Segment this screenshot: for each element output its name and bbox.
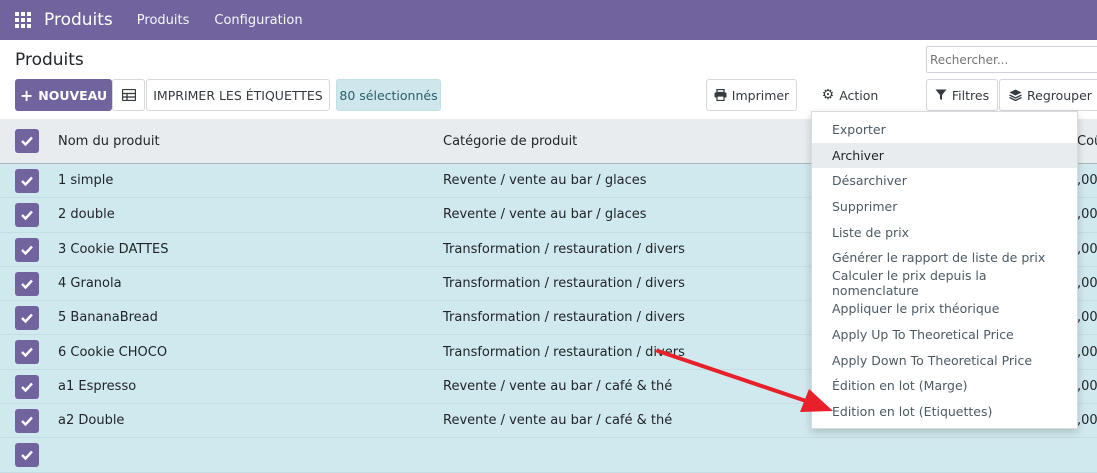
product-cost: ,00 (1077, 207, 1097, 223)
product-name: 1 simple (58, 173, 114, 189)
plus-icon: + (19, 85, 34, 105)
checkmark-icon (21, 416, 33, 427)
filters-button[interactable]: Filtres (926, 79, 998, 111)
layers-icon (1009, 89, 1022, 101)
product-name: 6 Cookie CHOCO (58, 344, 168, 360)
product-category: Revente / vente au bar / café & thé (443, 413, 673, 429)
row-checkbox[interactable] (15, 237, 39, 262)
table-icon (121, 89, 136, 101)
nav-configuration[interactable]: Configuration (214, 13, 302, 28)
app-brand[interactable]: Produits (44, 10, 113, 30)
menu-item-generer-rapport[interactable]: Générer le rapport de liste de prix (812, 245, 1077, 271)
product-name: 3 Cookie DATTES (58, 241, 169, 257)
row-checkbox[interactable] (15, 340, 39, 365)
checkmark-icon (21, 382, 33, 393)
row-checkbox[interactable] (15, 169, 39, 193)
product-cost: ,00 (1077, 413, 1097, 429)
product-cost: ,00 (1077, 173, 1097, 189)
menu-item-appliquer-prix[interactable]: Appliquer le prix théorique (812, 296, 1077, 322)
print-button[interactable]: Imprimer (706, 79, 797, 111)
product-cost: ,00 (1077, 344, 1097, 360)
action-button[interactable]: ⚙ Action (812, 79, 888, 111)
product-category: Revente / vente au bar / café & thé (443, 378, 673, 394)
row-checkbox[interactable] (15, 271, 39, 296)
print-button-label: Imprimer (731, 87, 790, 103)
search-input[interactable] (926, 46, 1097, 73)
print-labels-label: IMPRIMER LES ÉTIQUETTES (153, 87, 323, 103)
column-header-name[interactable]: Nom du produit (58, 134, 160, 149)
menu-item-calculer-prix[interactable]: Calculer le prix depuis la nomenclature (812, 268, 1077, 298)
checkmark-icon (21, 348, 33, 358)
action-dropdown-menu: Exporter Archiver Désarchiver Supprimer … (811, 111, 1078, 429)
row-checkbox[interactable] (15, 443, 39, 468)
row-checkbox[interactable] (15, 409, 39, 434)
checkmark-icon (21, 313, 33, 324)
checkmark-icon (21, 210, 33, 221)
new-button[interactable]: + NOUVEAU (15, 79, 112, 111)
product-category: Transformation / restauration / divers (443, 241, 685, 257)
product-category: Revente / vente au bar / glaces (443, 173, 647, 189)
groupby-button[interactable]: Regrouper p (999, 79, 1097, 111)
printer-icon (714, 89, 727, 101)
selected-count-label: 80 sélectionnés (339, 87, 438, 103)
page-title: Produits (15, 50, 84, 70)
product-cost: ,00 (1077, 310, 1097, 326)
row-checkbox[interactable] (15, 203, 39, 228)
product-cost: ,00 (1077, 378, 1097, 394)
menu-item-apply-up[interactable]: Apply Up To Theoretical Price (812, 322, 1077, 348)
selected-count-badge[interactable]: 80 sélectionnés (336, 79, 441, 111)
product-category: Transformation / restauration / divers (443, 344, 685, 360)
menu-item-supprimer[interactable]: Supprimer (812, 194, 1077, 220)
checkmark-icon (21, 279, 33, 290)
product-name: 5 BananaBread (58, 310, 158, 326)
groupby-button-label: Regrouper p (1027, 87, 1097, 103)
apps-grid-icon[interactable] (15, 12, 31, 28)
menu-item-apply-down[interactable]: Apply Down To Theoretical Price (812, 347, 1077, 373)
checkmark-icon (21, 176, 33, 187)
menu-item-desarchiver[interactable]: Désarchiver (812, 168, 1077, 194)
menu-item-edition-etiquettes[interactable]: Edition en lot (Etiquettes) (812, 399, 1077, 425)
column-header-category[interactable]: Catégorie de produit (443, 134, 577, 149)
product-name: 4 Granola (58, 276, 122, 292)
checkmark-icon (21, 245, 33, 255)
column-header-cost[interactable]: Coû (1077, 134, 1097, 149)
product-name: a2 Double (58, 413, 125, 429)
checkmark-icon (21, 136, 33, 147)
product-name: a1 Espresso (58, 378, 137, 394)
top-navbar: Produits Produits Configuration (0, 0, 1097, 40)
row-checkbox[interactable] (15, 306, 39, 331)
product-name: 2 double (58, 207, 115, 223)
gear-icon: ⚙ (821, 87, 835, 103)
row-checkbox[interactable] (15, 374, 39, 399)
product-cost: ,00 (1077, 276, 1097, 292)
product-category: Revente / vente au bar / glaces (443, 207, 647, 223)
filter-icon (935, 89, 947, 100)
menu-item-archiver[interactable]: Archiver (812, 142, 1077, 169)
product-category: Transformation / restauration / divers (443, 310, 685, 326)
menu-item-liste-de-prix[interactable]: Liste de prix (812, 219, 1077, 245)
product-category: Transformation / restauration / divers (443, 276, 685, 292)
view-switch-button[interactable] (112, 79, 145, 111)
menu-item-edition-marge[interactable]: Édition en lot (Marge) (812, 373, 1077, 399)
product-cost: ,00 (1077, 241, 1097, 257)
checkmark-icon (21, 451, 33, 461)
table-row[interactable] (0, 438, 1097, 473)
select-all-checkbox[interactable] (15, 129, 39, 153)
filters-button-label: Filtres (951, 87, 990, 103)
new-button-label: NOUVEAU (38, 87, 108, 103)
action-button-label: Action (839, 87, 879, 103)
print-labels-button[interactable]: IMPRIMER LES ÉTIQUETTES (146, 79, 330, 111)
menu-item-exporter[interactable]: Exporter (812, 117, 1077, 143)
nav-produits[interactable]: Produits (137, 13, 190, 28)
